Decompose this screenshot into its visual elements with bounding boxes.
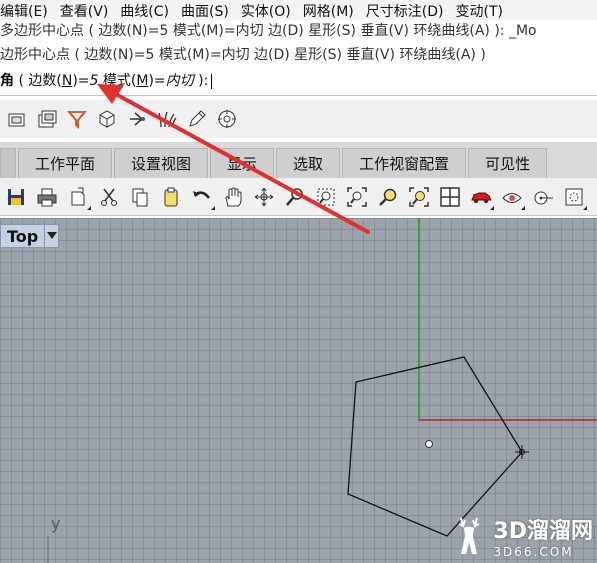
command-name: 角	[0, 73, 14, 89]
save-icon[interactable]	[2, 183, 30, 211]
layer-icon[interactable]	[4, 106, 30, 132]
paste-icon[interactable]	[157, 183, 185, 211]
viewport-menu-icon[interactable]	[44, 225, 58, 247]
copy-icon[interactable]	[126, 183, 154, 211]
tab-hidden[interactable]	[0, 148, 16, 178]
tab-visibility[interactable]: 可见性	[468, 148, 548, 178]
viewport-title[interactable]: Top	[0, 224, 60, 248]
car-icon[interactable]	[467, 183, 495, 211]
tab-cplane[interactable]: 工作平面	[18, 148, 113, 178]
cut-icon[interactable]	[95, 183, 123, 211]
command-history-line-2: 边形中心点 ( 边数(N)=5 模式(M)=内切 边(D) 星形(S) 垂直(V…	[0, 44, 597, 66]
menu-bar: 编辑(E) 查看(V) 曲线(C) 曲面(S) 实体(O) 网格(M) 尺寸标注…	[0, 0, 597, 22]
menu-edit[interactable]: 编辑(E)	[0, 1, 54, 21]
filter-icon[interactable]	[64, 106, 90, 132]
command-history-line-1: 多边形中心点 ( 边数(N)=5 模式(M)=内切 边(D) 星形(S) 垂直(…	[0, 20, 597, 42]
zoom-selected-icon[interactable]	[374, 183, 402, 211]
tab-select[interactable]: 选取	[276, 148, 341, 178]
grass-icon[interactable]	[154, 106, 180, 132]
pan-hand-icon[interactable]	[219, 183, 247, 211]
text-caret	[211, 73, 213, 89]
tab-viewport-layout[interactable]: 工作视窗配置	[342, 148, 467, 178]
watermark-brand: 3D溜溜网	[493, 519, 593, 544]
watermark: 3D溜溜网 3D66.COM	[451, 513, 593, 559]
menu-solid[interactable]: 实体(O)	[241, 1, 297, 21]
zoom-window-icon[interactable]	[312, 183, 340, 211]
layers-icon[interactable]	[34, 106, 60, 132]
four-view-icon[interactable]	[436, 183, 464, 211]
bulb-icon[interactable]	[124, 106, 150, 132]
deer-logo-icon	[458, 517, 480, 554]
viewport-canvas	[47, 218, 597, 563]
prompt-mode-text: 模式(	[98, 73, 137, 89]
toolbar-main	[0, 178, 597, 216]
box-icon[interactable]	[94, 106, 120, 132]
undo-icon[interactable]	[188, 183, 216, 211]
command-prompt[interactable]: 角 ( 边数(N)=5 模式(M)=内切 ):	[0, 70, 597, 92]
osnap-icon[interactable]	[529, 183, 557, 211]
zoom-all-icon[interactable]	[405, 183, 433, 211]
menu-curve[interactable]: 曲线(C)	[120, 1, 175, 21]
axis-y-label: y	[51, 514, 61, 533]
render-icon[interactable]	[498, 183, 526, 211]
pentagon-curve[interactable]	[347, 356, 523, 537]
import-icon[interactable]	[64, 183, 92, 211]
print-icon[interactable]	[33, 183, 61, 211]
pencil-icon[interactable]	[184, 106, 210, 132]
menu-mesh[interactable]: 网格(M)	[303, 1, 360, 21]
gumball-icon[interactable]	[560, 183, 588, 211]
prompt-open-text: ( 边数(	[14, 73, 62, 89]
tab-display[interactable]: 显示	[210, 148, 275, 178]
prompt-close-text: ):	[193, 73, 209, 89]
option-value-mode[interactable]: 内切	[166, 73, 194, 89]
menu-view[interactable]: 查看(V)	[60, 1, 115, 21]
prompt-eq-sides: )=	[72, 73, 90, 89]
menu-surface[interactable]: 曲面(S)	[181, 1, 235, 21]
toolbar-tabs: 工作平面 设置视图 显示 选取 工作视窗配置 可见性	[0, 142, 597, 178]
target-icon[interactable]	[214, 106, 240, 132]
menu-dimension[interactable]: 尺寸标注(D)	[366, 1, 450, 21]
option-key-mode[interactable]: M	[136, 73, 148, 89]
polygon-center-point	[425, 440, 433, 448]
zoom-extents-icon[interactable]	[343, 183, 371, 211]
rotate-icon[interactable]	[250, 183, 278, 211]
separator	[0, 95, 597, 96]
top-viewport[interactable]: Top y 3D溜溜网 3D66.COM	[0, 218, 597, 563]
viewport-title-text: Top	[7, 226, 39, 246]
prompt-eq-mode: )=	[148, 73, 166, 89]
option-key-sides[interactable]: N	[62, 73, 72, 89]
zoom-icon[interactable]	[281, 183, 309, 211]
menu-transform[interactable]: 变动(T)	[456, 1, 509, 21]
tab-set-view[interactable]: 设置视图	[114, 148, 209, 178]
watermark-domain: 3D66.COM	[493, 545, 574, 559]
toolbar-top	[0, 100, 597, 138]
